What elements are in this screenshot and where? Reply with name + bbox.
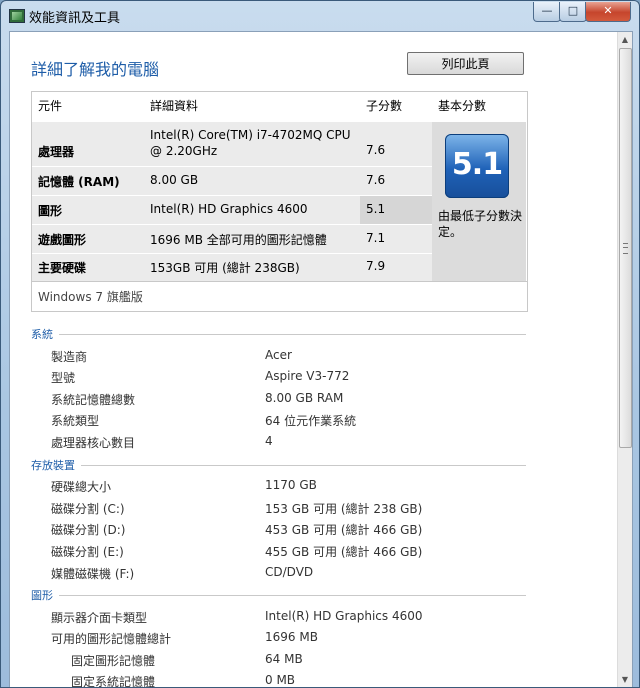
section-divider	[31, 334, 526, 335]
info-value: 1696 MB	[265, 630, 318, 644]
component-detail: Intel(R) HD Graphics 4600	[144, 196, 360, 224]
info-row: 系統類型 64 位元作業系統	[51, 412, 451, 430]
client-area: 詳細了解我的電腦 列印此頁 元件 詳細資料 子分數 基本分數 處理器 Intel…	[9, 31, 633, 688]
info-row: 硬碟總大小 1170 GB	[51, 478, 471, 496]
info-row: 磁碟分割 (D:) 453 GB 可用 (總計 466 GB)	[51, 521, 471, 539]
section-divider	[31, 465, 526, 466]
info-row: 磁碟分割 (E:) 455 GB 可用 (總計 466 GB)	[51, 543, 471, 561]
minimize-button[interactable]: —	[533, 2, 561, 22]
info-row: 型號 Aspire V3-772	[51, 369, 451, 387]
info-row: 媒體磁碟機 (F:) CD/DVD	[51, 565, 471, 583]
subscore: 7.1	[360, 225, 432, 253]
component-name: 圖形	[32, 196, 144, 224]
info-key: 製造商	[51, 350, 88, 364]
info-value: Aspire V3-772	[265, 369, 350, 383]
table-row: 主要硬碟 153GB 可用 (總計 238GB) 7.9	[32, 254, 432, 281]
section-divider	[31, 595, 526, 596]
table-row: 遊戲圖形 1696 MB 全部可用的圖形記憶體 7.1	[32, 225, 432, 253]
scroll-down-arrow-icon[interactable]: ▼	[618, 672, 632, 687]
info-value: 0 MB	[265, 673, 296, 687]
info-value: Intel(R) HD Graphics 4600	[265, 609, 423, 623]
base-score-panel: 5.1 由最低子分數決定。	[432, 122, 526, 281]
component-name: 主要硬碟	[32, 254, 144, 281]
info-key: 磁碟分割 (E:)	[51, 545, 124, 559]
info-row: 製造商 Acer	[51, 348, 451, 366]
info-value: 64 MB	[265, 652, 303, 666]
info-row: 固定系統記憶體 0 MB	[71, 673, 471, 688]
info-key: 磁碟分割 (D:)	[51, 523, 126, 537]
os-edition: Windows 7 旗艦版	[32, 281, 527, 311]
info-key: 系統記憶體總數	[51, 393, 136, 407]
info-value: 453 GB 可用 (總計 466 GB)	[265, 523, 423, 537]
column-header-base-score: 基本分數	[438, 99, 487, 113]
scroll-up-arrow-icon[interactable]: ▲	[618, 32, 632, 48]
info-value: CD/DVD	[265, 565, 314, 579]
info-value: 153 GB 可用 (總計 238 GB)	[265, 502, 423, 516]
info-key: 磁碟分割 (C:)	[51, 502, 125, 516]
info-key: 硬碟總大小	[51, 480, 112, 494]
component-name: 遊戲圖形	[32, 225, 144, 253]
info-value: Acer	[265, 348, 292, 362]
info-key: 顯示器介面卡類型	[51, 611, 148, 625]
info-row: 處理器核心數目 4	[51, 434, 451, 452]
subscore-lowest: 5.1	[360, 196, 432, 224]
component-detail: 8.00 GB	[144, 167, 360, 195]
table-row: 記憶體 (RAM) 8.00 GB 7.6	[32, 167, 432, 195]
component-detail: Intel(R) Core(TM) i7-4702MQ CPU @ 2.20GH…	[144, 122, 360, 166]
info-row: 顯示器介面卡類型 Intel(R) HD Graphics 4600	[51, 609, 471, 627]
column-header-detail: 詳細資料	[150, 99, 199, 113]
info-value: 8.00 GB RAM	[265, 391, 344, 405]
title-bar[interactable]: 效能資訊及工具 — □ ✕	[1, 1, 639, 31]
info-row: 可用的圖形記憶體總計 1696 MB	[51, 630, 471, 648]
info-value: 1170 GB	[265, 478, 317, 492]
scroll-content: 詳細了解我的電腦 列印此頁 元件 詳細資料 子分數 基本分數 處理器 Intel…	[10, 32, 618, 688]
info-key: 媒體磁碟機 (F:)	[51, 567, 135, 581]
vertical-scrollbar[interactable]: ▲ ▼	[617, 32, 632, 687]
info-key: 型號	[51, 371, 76, 385]
table-row: 圖形 Intel(R) HD Graphics 4600 5.1	[32, 196, 432, 224]
column-header-component: 元件	[38, 99, 63, 113]
performance-window: 效能資訊及工具 — □ ✕ 詳細了解我的電腦 列印此頁 元件 詳細資料 子分數 …	[0, 0, 640, 688]
base-score-badge: 5.1	[445, 134, 509, 198]
score-table: 元件 詳細資料 子分數 基本分數 處理器 Intel(R) Core(TM) i…	[31, 91, 528, 312]
info-key: 固定圖形記憶體	[71, 654, 156, 668]
section-storage: 存放裝置	[31, 457, 526, 473]
close-button[interactable]: ✕	[585, 2, 631, 22]
info-row: 系統記憶體總數 8.00 GB RAM	[51, 391, 451, 409]
window-title: 效能資訊及工具	[29, 11, 121, 26]
section-graphics: 圖形	[31, 587, 526, 603]
component-detail: 1696 MB 全部可用的圖形記憶體	[144, 225, 360, 253]
scrollbar-thumb[interactable]	[619, 48, 632, 448]
info-key: 可用的圖形記憶體總計	[51, 632, 172, 646]
maximize-button[interactable]: □	[559, 2, 587, 22]
section-label: 系統	[31, 326, 59, 342]
info-key: 系統類型	[51, 414, 100, 428]
info-row: 磁碟分割 (C:) 153 GB 可用 (總計 238 GB)	[51, 500, 471, 518]
info-key: 處理器核心數目	[51, 436, 136, 450]
subscore: 7.6	[360, 167, 432, 195]
info-value: 4	[265, 434, 273, 448]
table-row: 處理器 Intel(R) Core(TM) i7-4702MQ CPU @ 2.…	[32, 122, 432, 166]
page-title: 詳細了解我的電腦	[31, 60, 160, 79]
section-system: 系統	[31, 326, 526, 342]
info-row: 固定圖形記憶體 64 MB	[71, 652, 471, 670]
print-button[interactable]: 列印此頁	[407, 52, 524, 75]
grip-icon	[623, 243, 628, 254]
subscore: 7.9	[360, 254, 432, 281]
subscore: 7.6	[360, 122, 432, 166]
section-label: 圖形	[31, 587, 59, 603]
component-name: 記憶體 (RAM)	[32, 167, 144, 195]
info-value: 64 位元作業系統	[265, 414, 357, 428]
base-score-note: 由最低子分數決定。	[438, 209, 523, 239]
info-value: 455 GB 可用 (總計 466 GB)	[265, 545, 423, 559]
component-name: 處理器	[32, 122, 144, 166]
section-label: 存放裝置	[31, 457, 81, 473]
info-key: 固定系統記憶體	[71, 675, 156, 688]
column-header-subscore: 子分數	[366, 99, 403, 113]
performance-app-icon	[9, 9, 25, 23]
component-detail: 153GB 可用 (總計 238GB)	[144, 254, 360, 281]
